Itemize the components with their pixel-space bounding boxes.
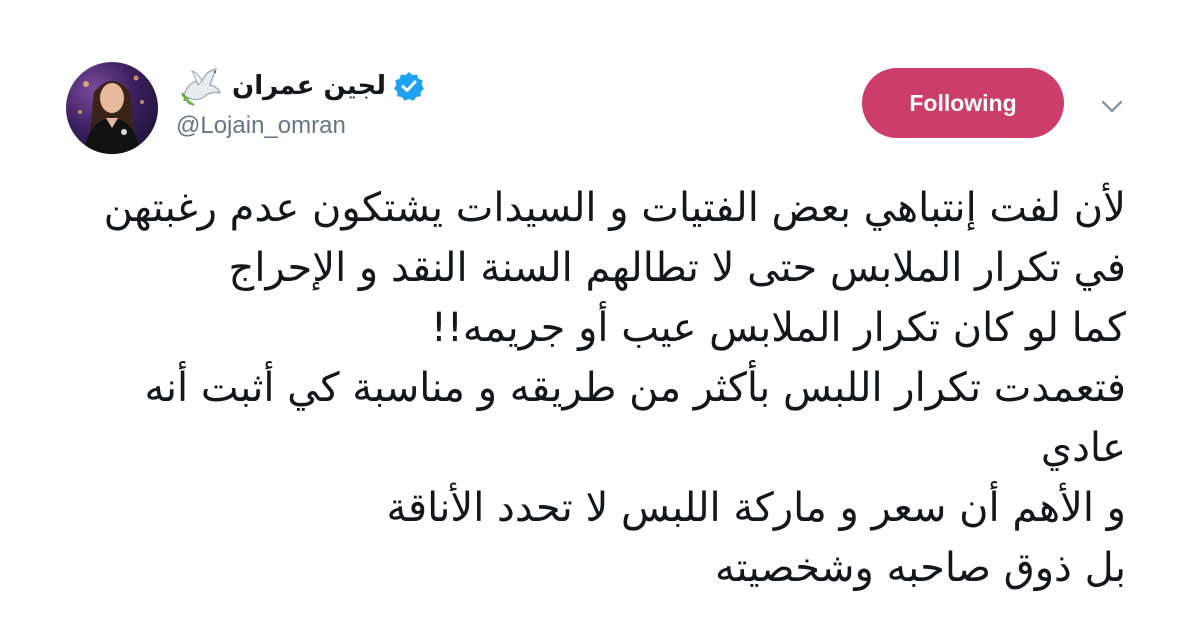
- tweet-card: لجين عمران @Lojain_omran Following لأن ل…: [0, 0, 1200, 627]
- tweet-line: و الأهم أن سعر و ماركة اللبس لا تحدد الأ…: [386, 485, 1127, 531]
- avatar[interactable]: [66, 62, 158, 154]
- user-handle[interactable]: @Lojain_omran: [176, 112, 346, 140]
- tweet-line: بل ذوق صاحبه وشخصيته: [714, 545, 1126, 591]
- tweet-text: لأن لفت إنتباهي بعض الفتيات و السيدات يش…: [56, 178, 1126, 598]
- chevron-down-icon[interactable]: [1098, 92, 1126, 120]
- tweet-line: في تكرار الملابس حتى لا تطالهم السنة الن…: [228, 245, 1126, 291]
- tweet-line: كما لو كان تكرار الملابس عيب أو جريمه!!: [430, 305, 1126, 351]
- dove-icon: [181, 68, 221, 106]
- tweet-line: لأن لفت إنتباهي بعض الفتيات و السيدات يش…: [103, 185, 1126, 231]
- tweet-line: فتعمدت تكرار اللبس بأكثر من طريقه و مناس…: [144, 365, 1126, 411]
- display-name: لجين عمران: [232, 71, 387, 101]
- tweet-line: عادي: [1040, 425, 1126, 471]
- display-name-row[interactable]: لجين عمران: [176, 62, 425, 110]
- following-button[interactable]: Following: [862, 68, 1064, 138]
- verified-badge-icon: [394, 72, 425, 101]
